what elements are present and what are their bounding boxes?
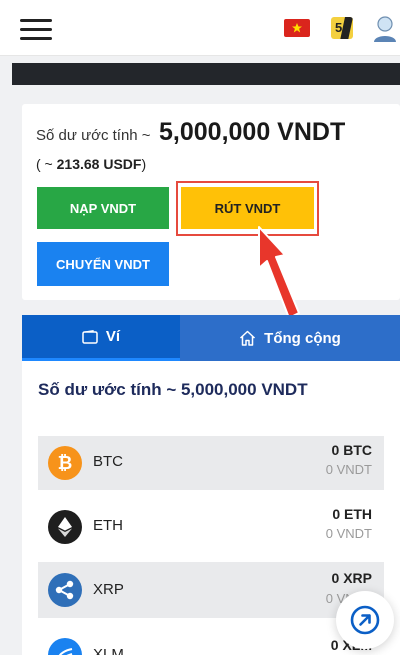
balance-label: Số dư ước tính ~ bbox=[36, 127, 151, 144]
svg-text:₿: ₿ bbox=[58, 453, 73, 474]
usd-equivalent: ( ~ 213.68 USDF) bbox=[36, 156, 147, 172]
coin-name: BTC bbox=[93, 453, 123, 470]
coin-fiat-value: 0 VNDT bbox=[325, 526, 372, 541]
stellar-icon bbox=[48, 638, 82, 655]
tab-total-label: Tổng cộng bbox=[264, 329, 341, 347]
tab-wallet-label: Ví bbox=[105, 328, 121, 345]
dark-banner-strip bbox=[12, 63, 400, 85]
user-avatar-icon[interactable] bbox=[372, 15, 398, 43]
coin-fiat-value: 0 VNDT bbox=[325, 462, 372, 477]
coin-amount: 0 ETH bbox=[332, 506, 372, 522]
estimated-balance: Số dư ước tính ~ 5,000,000 VNDT bbox=[36, 118, 345, 147]
hamburger-menu-icon[interactable] bbox=[20, 19, 52, 41]
floating-action-button[interactable] bbox=[336, 591, 394, 649]
coin-amount: 0 XRP bbox=[331, 570, 372, 586]
coin-row-xrp[interactable]: XRP 0 XRP 0 VNDT bbox=[38, 562, 384, 618]
external-link-arrow-icon bbox=[350, 605, 380, 635]
coin-name: ETH bbox=[93, 517, 123, 534]
wallet-total-heading: Số dư ước tính ~ 5,000,000 VNDT bbox=[38, 380, 308, 399]
wallet-icon bbox=[82, 329, 98, 344]
usd-value: 213.68 USDF bbox=[56, 156, 142, 172]
ethereum-icon bbox=[48, 510, 82, 544]
coin-row-btc[interactable]: ₿ BTC 0 BTC 0 VNDT bbox=[38, 436, 384, 490]
top-bar: 5 bbox=[0, 0, 400, 56]
tab-total[interactable]: Tổng cộng bbox=[180, 315, 400, 361]
tab-wallet[interactable]: Ví bbox=[22, 315, 180, 361]
coin-name: XLM bbox=[93, 646, 124, 655]
balance-value: 5,000,000 VNDT bbox=[159, 118, 346, 146]
coin-row-eth[interactable]: ETH 0 ETH 0 VNDT bbox=[38, 500, 384, 552]
home-icon bbox=[240, 330, 256, 346]
vietnam-flag-icon[interactable] bbox=[284, 19, 310, 37]
bitcoin-icon: ₿ bbox=[48, 446, 82, 480]
coin-amount: 0 BTC bbox=[331, 442, 372, 458]
coin-name: XRP bbox=[93, 581, 124, 598]
notification-badge-icon[interactable]: 5 bbox=[331, 17, 353, 39]
ripple-icon bbox=[48, 573, 82, 607]
withdraw-vndt-button[interactable]: RÚT VNDT bbox=[181, 187, 314, 229]
wallet-tabs: Ví Tổng cộng bbox=[22, 315, 400, 361]
coin-row-xlm[interactable]: XLM 0 XLM bbox=[38, 628, 384, 655]
deposit-vndt-button[interactable]: NẠP VNDT bbox=[37, 187, 169, 229]
transfer-vndt-button[interactable]: CHUYỂN VNDT bbox=[37, 242, 169, 286]
red-pointer-arrow-icon bbox=[258, 226, 300, 319]
